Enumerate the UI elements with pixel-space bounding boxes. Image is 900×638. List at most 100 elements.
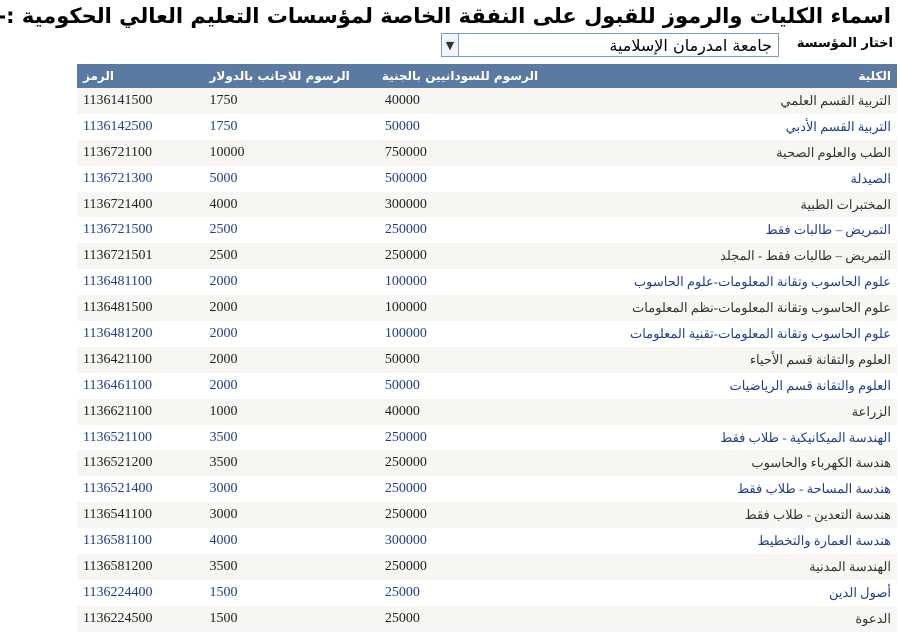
colleges-table: الكلية الرسوم للسودانيين بالجنية الرسوم … bbox=[78, 64, 898, 632]
fee-usd-cell: 4000 bbox=[210, 196, 239, 212]
table-row: هندسة التعدين - طلاب فقط 250000 3000 113654… bbox=[78, 502, 898, 529]
college-name-cell[interactable]: الصيدلة bbox=[545, 166, 898, 192]
fee-sd-cell: 250000 bbox=[385, 222, 428, 238]
college-name-cell[interactable]: هندسة العمارة والتخطيط bbox=[545, 528, 898, 554]
college-name-cell: هندسة التعدين - طلاب فقط bbox=[745, 507, 892, 523]
table-row: العلوم والتقانة قسم الأحياء 50000 2000 1136… bbox=[78, 346, 898, 373]
code-cell: 1136721501 bbox=[84, 248, 154, 264]
fee-sd-cell: 250000 bbox=[385, 429, 428, 445]
fee-usd-cell: 2000 bbox=[210, 274, 239, 290]
college-name-cell[interactable]: الهندسة الميكانيكية - طلاب فقط bbox=[545, 425, 898, 451]
fee-sd-cell: 50000 bbox=[385, 377, 421, 393]
table-row: التمريض – طالبات فقط - المجلد 250000 2500 1… bbox=[78, 243, 898, 270]
college-name-cell: التمريض – طالبات فقط - المجلد bbox=[721, 248, 892, 264]
fee-usd-cell: 2500 bbox=[210, 222, 239, 238]
code-cell: 1136721100 bbox=[84, 144, 153, 160]
college-name-cell: المختبرات الطبية bbox=[801, 196, 892, 212]
fee-usd-cell: 3500 bbox=[210, 429, 239, 445]
college-name-cell[interactable]: التمريض – طالبات فقط bbox=[545, 217, 898, 243]
page-title: اسماء الكليات والرموز للقبول على النفقة … bbox=[0, 4, 892, 28]
table-row: الصيدلة 500000 5000 1136721300 bbox=[78, 165, 898, 192]
code-cell: 1136421100 bbox=[84, 351, 153, 367]
fee-usd-cell: 1000 bbox=[210, 403, 239, 419]
fee-usd-cell: 2000 bbox=[210, 351, 239, 367]
header-college: الكلية bbox=[859, 69, 892, 83]
fee-sd-cell: 100000 bbox=[385, 325, 428, 341]
college-name-cell[interactable]: علوم الحاسوب وتقانة المعلومات-تقنية المع… bbox=[545, 321, 898, 347]
institution-selector-row: اختار المؤسسة جامعة امدرمان الإسلامية ▼ bbox=[440, 33, 900, 59]
code-cell: 1136721400 bbox=[84, 196, 154, 212]
fee-sd-cell: 100000 bbox=[385, 300, 428, 316]
code-cell: 1136521100 bbox=[84, 429, 153, 445]
header-code: الرمز bbox=[84, 69, 115, 83]
code-cell: 1136224400 bbox=[84, 584, 154, 600]
college-name-cell[interactable]: علوم الحاسوب وتقانة المعلومات-علوم الحاس… bbox=[545, 269, 898, 295]
college-name-cell: الزراعة bbox=[852, 403, 892, 419]
fee-sd-cell: 50000 bbox=[385, 351, 421, 367]
college-name-cell: الطب والعلوم الصحية bbox=[777, 144, 892, 160]
table-row: هندسة المساحة - طلاب فقط 250000 3000 113652… bbox=[78, 476, 898, 503]
colleges-table-container: الكلية الرسوم للسودانيين بالجنية الرسوم … bbox=[78, 64, 898, 632]
college-name-cell[interactable]: العلوم والتقانة قسم الرياضيات bbox=[545, 373, 898, 399]
college-name-cell: علوم الحاسوب وتقانة المعلومات-نظم المعلو… bbox=[633, 300, 892, 316]
code-cell: 1136141500 bbox=[84, 92, 154, 108]
fee-usd-cell: 3500 bbox=[210, 455, 239, 471]
college-name-cell: التربية القسم العلمي bbox=[781, 92, 892, 108]
fee-usd-cell: 1500 bbox=[210, 610, 239, 626]
fee-sd-cell: 300000 bbox=[385, 196, 428, 212]
college-name-cell: الدعوة bbox=[856, 610, 892, 626]
code-cell: 1136521400 bbox=[84, 481, 154, 497]
code-cell: 1136481500 bbox=[84, 300, 154, 316]
fee-sd-cell: 250000 bbox=[385, 507, 428, 523]
code-cell: 1136721300 bbox=[84, 170, 154, 186]
institution-select-value: جامعة امدرمان الإسلامية bbox=[610, 36, 773, 55]
code-cell: 1136224500 bbox=[84, 610, 154, 626]
fee-sd-cell: 40000 bbox=[385, 92, 421, 108]
fee-usd-cell: 3000 bbox=[210, 507, 239, 523]
fee-usd-cell: 2500 bbox=[210, 248, 239, 264]
institution-select[interactable]: جامعة امدرمان الإسلامية ▼ bbox=[442, 33, 780, 57]
fee-usd-cell: 3500 bbox=[210, 558, 239, 574]
fee-sd-cell: 250000 bbox=[385, 248, 428, 264]
header-fee-sd: الرسوم للسودانيين بالجنية bbox=[382, 69, 540, 83]
code-cell: 1136581100 bbox=[84, 533, 153, 549]
fee-sd-cell: 250000 bbox=[385, 558, 428, 574]
college-name-cell[interactable]: التربية القسم الأدبي bbox=[545, 114, 898, 140]
code-cell: 1136521200 bbox=[84, 455, 154, 471]
chevron-down-icon[interactable]: ▼ bbox=[443, 34, 460, 56]
fee-usd-cell: 1500 bbox=[210, 584, 239, 600]
table-row: الهندسة المدنية 250000 3500 1136581200 bbox=[78, 554, 898, 580]
table-row: علوم الحاسوب وتقانة المعلومات-نظم المعلو… bbox=[78, 295, 898, 322]
fee-sd-cell: 25000 bbox=[385, 610, 421, 626]
fee-sd-cell: 100000 bbox=[385, 274, 428, 290]
fee-usd-cell: 2000 bbox=[210, 377, 239, 393]
fee-usd-cell: 3000 bbox=[210, 481, 239, 497]
table-row: التربية القسم الأدبي 50000 1750 1136142500 bbox=[78, 113, 898, 140]
table-row: الدعوة 25000 1500 1136224500 bbox=[78, 605, 898, 632]
code-cell: 1136721500 bbox=[84, 222, 154, 238]
code-cell: 1136481200 bbox=[84, 325, 154, 341]
college-name-cell: هندسة الكهرباء والحاسوب bbox=[752, 455, 892, 471]
code-cell: 1136461100 bbox=[84, 377, 153, 393]
code-cell: 1136541100 bbox=[84, 507, 153, 523]
college-name-cell: العلوم والتقانة قسم الأحياء bbox=[750, 351, 892, 367]
college-name-cell[interactable]: أصول الدين bbox=[545, 580, 898, 606]
table-row: العلوم والتقانة قسم الرياضيات 50000 2000 11… bbox=[78, 372, 898, 399]
college-name-cell[interactable]: هندسة المساحة - طلاب فقط bbox=[545, 476, 898, 502]
college-name-cell: الهندسة المدنية bbox=[810, 558, 892, 574]
fee-sd-cell: 250000 bbox=[385, 481, 428, 497]
table-row: الهندسة الميكانيكية - طلاب فقط 250000 3500… bbox=[78, 424, 898, 451]
table-row: أصول الدين 25000 1500 1136224400 bbox=[78, 579, 898, 606]
fee-sd-cell: 300000 bbox=[385, 533, 428, 549]
fee-sd-cell: 500000 bbox=[385, 170, 428, 186]
fee-usd-cell: 2000 bbox=[210, 325, 239, 341]
table-row: الطب والعلوم الصحية 750000 10000 1136721100 bbox=[78, 139, 898, 166]
fee-sd-cell: 750000 bbox=[385, 144, 428, 160]
table-row: هندسة الكهرباء والحاسوب 250000 3500 1136521… bbox=[78, 450, 898, 477]
code-cell: 1136621100 bbox=[84, 403, 153, 419]
code-cell: 1136481100 bbox=[84, 274, 153, 290]
table-header-row: الكلية الرسوم للسودانيين بالجنية الرسوم … bbox=[78, 64, 898, 88]
fee-usd-cell: 10000 bbox=[210, 144, 246, 160]
table-row: المختبرات الطبية 300000 4000 1136721400 bbox=[78, 191, 898, 218]
code-cell: 1136142500 bbox=[84, 118, 154, 134]
